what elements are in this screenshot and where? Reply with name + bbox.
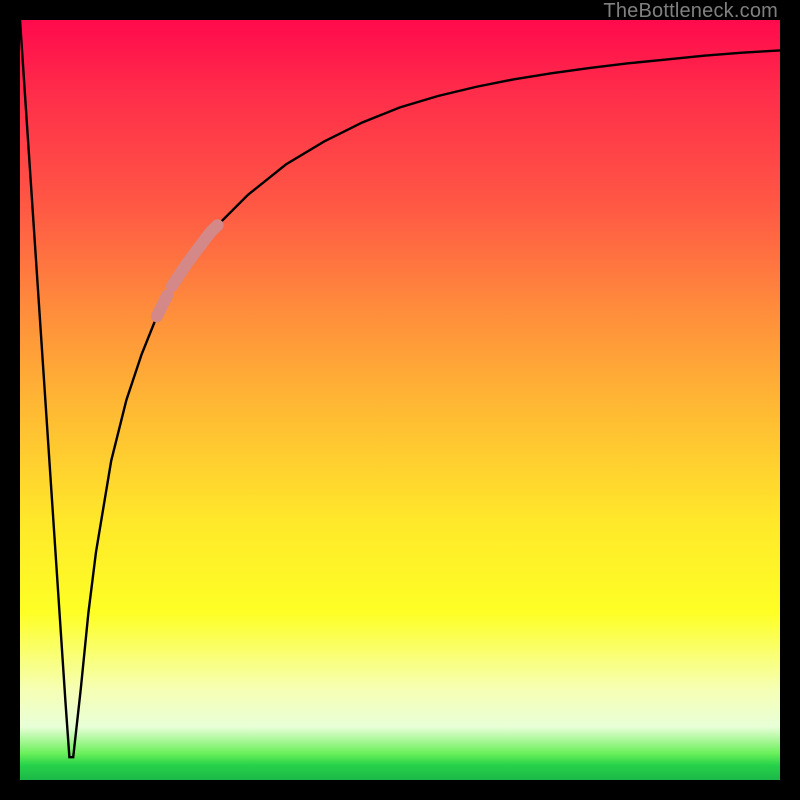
chart-frame: TheBottleneck.com (0, 0, 800, 800)
bottleneck-curve-path (20, 20, 780, 757)
plot-area (20, 20, 780, 780)
highlight-segment-path (172, 225, 218, 286)
curve-svg (20, 20, 780, 780)
highlight-segment-dot (157, 295, 168, 316)
